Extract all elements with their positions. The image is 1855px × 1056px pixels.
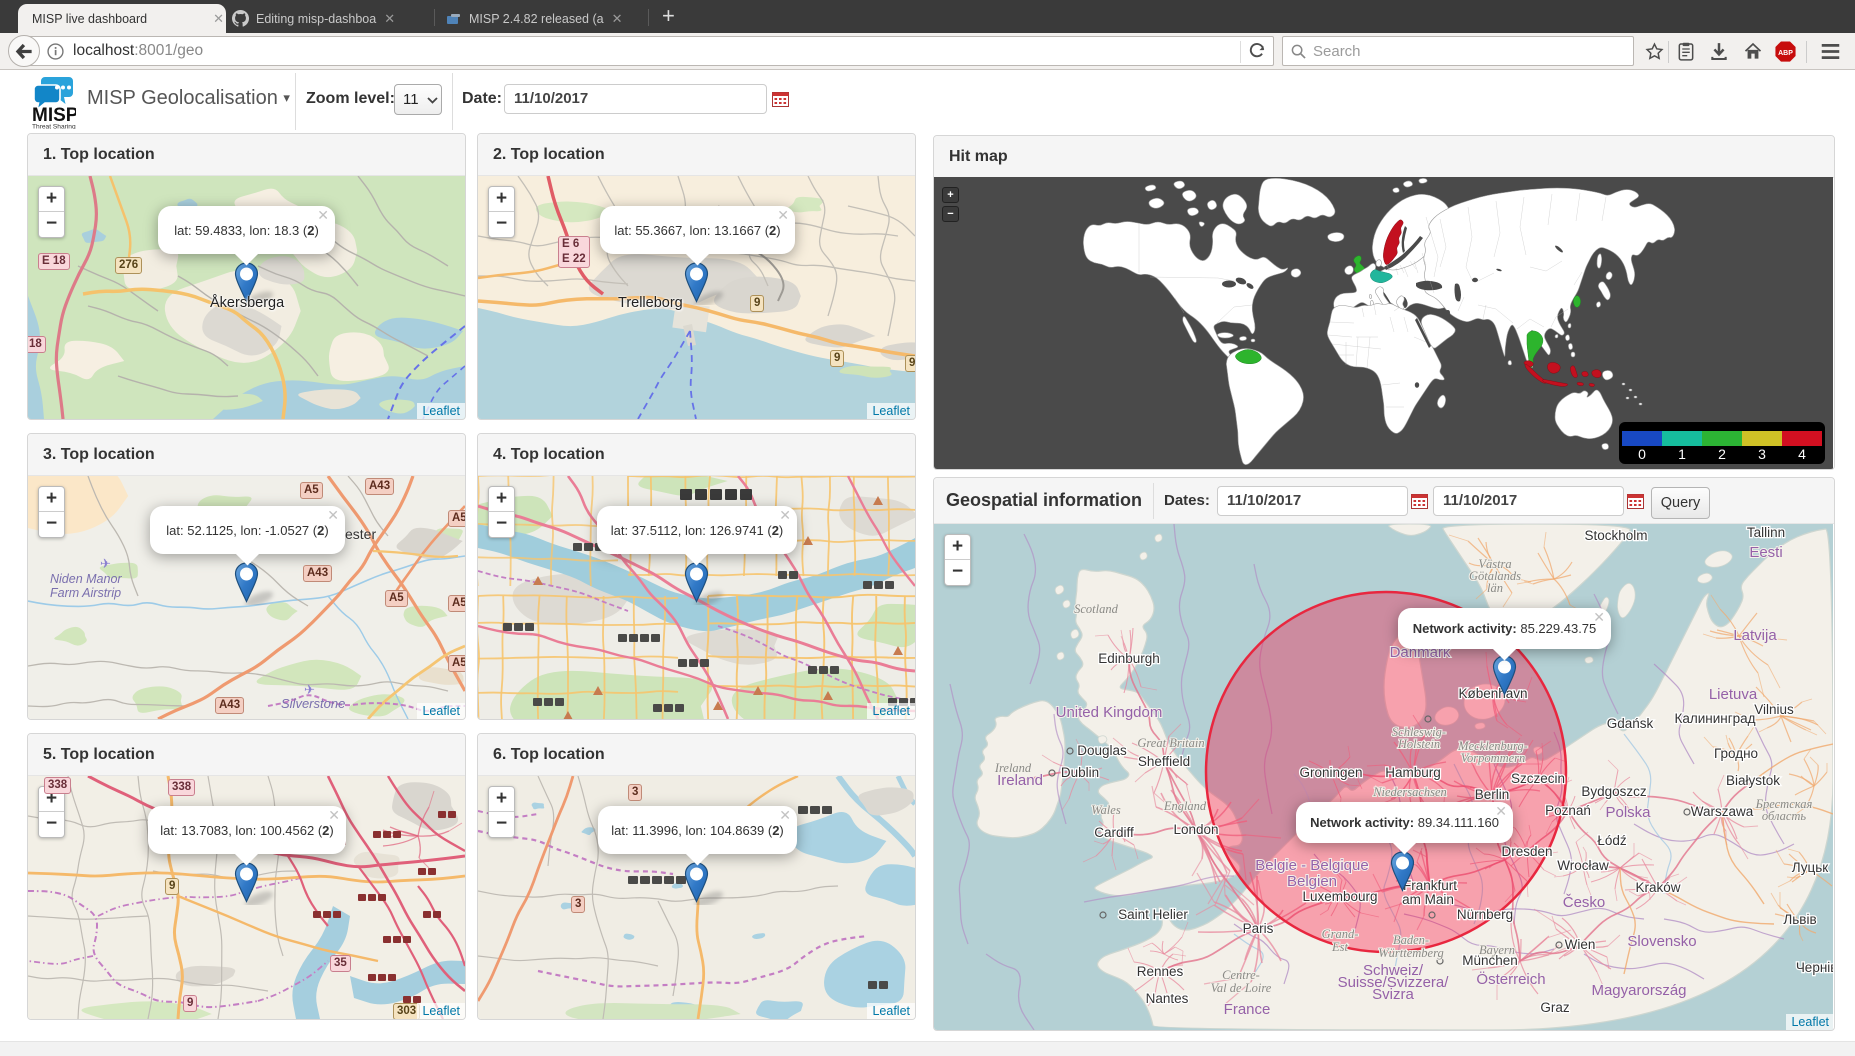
- svg-text:Great Britain: Great Britain: [1137, 736, 1204, 750]
- svg-text:län: län: [1487, 581, 1503, 595]
- svg-text:область: область: [1762, 809, 1806, 823]
- svg-text:Threat Sharing: Threat Sharing: [32, 124, 76, 130]
- svg-text:Val de Loire: Val de Loire: [1211, 981, 1272, 995]
- svg-text:France: France: [1224, 1001, 1271, 1018]
- svg-text:Slovensko: Slovensko: [1627, 933, 1696, 950]
- svg-text:ABP: ABP: [1778, 50, 1793, 57]
- svg-text:Dresden: Dresden: [1501, 844, 1552, 859]
- svg-text:Paris: Paris: [1243, 921, 1274, 936]
- svg-text:Bayern: Bayern: [1479, 943, 1515, 957]
- svg-text:Гродно: Гродно: [1714, 746, 1758, 761]
- svg-text:Калининград: Калининград: [1674, 711, 1755, 726]
- svg-text:Rennes: Rennes: [1137, 964, 1184, 979]
- svg-text:Latvija: Latvija: [1733, 627, 1777, 644]
- svg-text:Svizra: Svizra: [1372, 986, 1414, 1003]
- svg-text:Niedersachsen: Niedersachsen: [1372, 785, 1447, 799]
- svg-text:Dublin: Dublin: [1061, 765, 1099, 780]
- svg-text:Łódź: Łódź: [1597, 833, 1627, 848]
- svg-text:Wales: Wales: [1091, 803, 1121, 817]
- svg-text:Луцьк: Луцьк: [1792, 860, 1829, 875]
- svg-text:Belgien: Belgien: [1287, 873, 1337, 890]
- svg-text:Österreich: Österreich: [1476, 970, 1545, 988]
- svg-text:am Main: am Main: [1402, 892, 1454, 907]
- svg-text:Centre-: Centre-: [1222, 968, 1260, 982]
- svg-text:Česko: Česko: [1563, 894, 1606, 911]
- svg-text:Warszawa: Warszawa: [1691, 804, 1754, 819]
- svg-text:Berlin: Berlin: [1475, 787, 1510, 802]
- svg-text:Scotland: Scotland: [1074, 602, 1118, 616]
- svg-text:London: London: [1173, 822, 1218, 837]
- svg-text:Est: Est: [1331, 940, 1349, 954]
- svg-text:Nantes: Nantes: [1146, 991, 1189, 1006]
- svg-text:Ireland: Ireland: [997, 772, 1043, 789]
- svg-text:Szczecin: Szczecin: [1511, 771, 1565, 786]
- svg-text:Groningen: Groningen: [1299, 765, 1362, 780]
- svg-text:Stockholm: Stockholm: [1584, 528, 1647, 543]
- svg-text:Belgie - Belgique: Belgie - Belgique: [1255, 857, 1368, 874]
- svg-text:Magyarország: Magyarország: [1591, 982, 1686, 999]
- svg-text:Poznań: Poznań: [1545, 803, 1591, 818]
- svg-text:Bydgoszcz: Bydgoszcz: [1581, 784, 1647, 799]
- svg-text:Vorpommern: Vorpommern: [1461, 751, 1526, 765]
- svg-text:Wien: Wien: [1565, 937, 1596, 952]
- svg-text:Douglas: Douglas: [1077, 743, 1127, 758]
- svg-text:Tallinn: Tallinn: [1747, 525, 1785, 540]
- svg-text:Hamburg: Hamburg: [1385, 765, 1441, 780]
- svg-text:England: England: [1163, 799, 1207, 813]
- svg-text:Sheffield: Sheffield: [1138, 754, 1190, 769]
- svg-text:Eesti: Eesti: [1749, 544, 1782, 561]
- svg-text:Edinburgh: Edinburgh: [1098, 651, 1160, 666]
- svg-text:Holstein: Holstein: [1397, 737, 1440, 751]
- svg-text:Vilnius: Vilnius: [1754, 702, 1794, 717]
- svg-text:Gdańsk: Gdańsk: [1607, 716, 1654, 731]
- svg-text:Wrocław: Wrocław: [1557, 858, 1609, 873]
- svg-text:Nürnberg: Nürnberg: [1457, 907, 1513, 922]
- svg-text:Graz: Graz: [1540, 1000, 1570, 1015]
- svg-text:Baden-: Baden-: [1393, 933, 1429, 947]
- svg-text:Чернівці: Чернівці: [1796, 960, 1833, 975]
- svg-text:Białystok: Białystok: [1726, 773, 1780, 788]
- svg-text:Kraków: Kraków: [1635, 880, 1680, 895]
- svg-text:Luxembourg: Luxembourg: [1302, 889, 1377, 904]
- svg-text:Saint Helier: Saint Helier: [1118, 907, 1188, 922]
- svg-text:United Kingdom: United Kingdom: [1056, 704, 1163, 721]
- svg-text:Polska: Polska: [1605, 804, 1651, 821]
- svg-text:Lietuva: Lietuva: [1709, 686, 1758, 703]
- svg-text:Württemberg: Württemberg: [1378, 946, 1444, 960]
- svg-text:Grand-: Grand-: [1322, 927, 1359, 941]
- svg-text:Cardiff: Cardiff: [1094, 825, 1134, 840]
- svg-text:Львів: Львів: [1783, 912, 1816, 927]
